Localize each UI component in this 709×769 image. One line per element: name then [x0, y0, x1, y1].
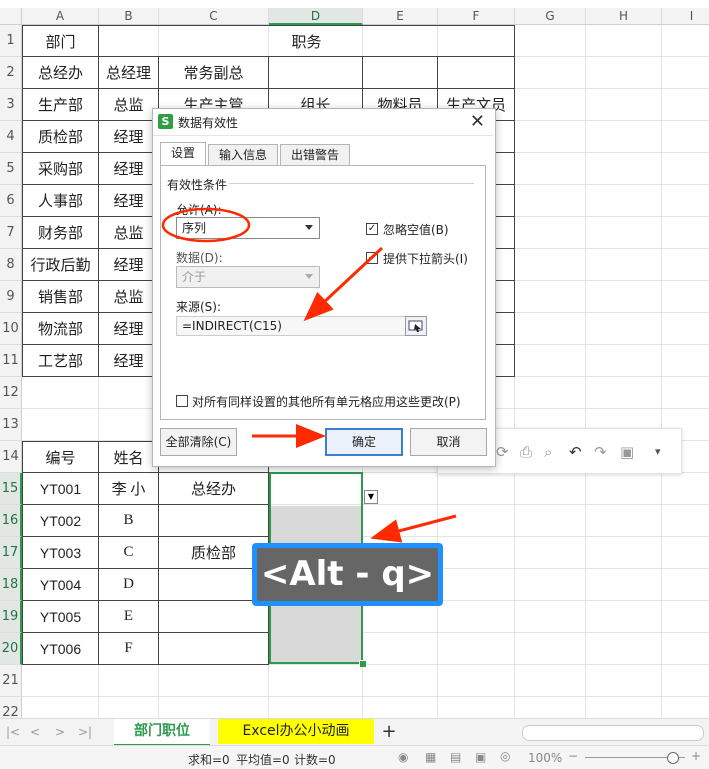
view-layout-icon[interactable]: ▦	[425, 750, 436, 764]
status-sum: 求和=0	[188, 753, 230, 767]
sheet-tab-department-position[interactable]: 部门职位	[114, 719, 210, 747]
status-count: 计数=0	[294, 753, 336, 767]
zoom-slider-thumb[interactable]	[667, 752, 679, 764]
status-bar: 求和=0 平均值=0 计数=0 ◉ ▦ ▤ ▣ ◎ 100% − +	[0, 745, 709, 769]
horizontal-scrollbar[interactable]	[522, 725, 704, 741]
view-reading-icon[interactable]: ▣	[475, 750, 486, 764]
keyboard-shortcut-overlay: <Alt - q>	[252, 543, 443, 606]
view-pagebreak-icon[interactable]: ▤	[450, 750, 461, 764]
zoom-out-icon[interactable]: −	[568, 749, 578, 763]
last-sheet-icon[interactable]: >|	[78, 725, 92, 739]
eye-protection-icon[interactable]: ◎	[500, 749, 510, 763]
view-normal-icon[interactable]: ◉	[398, 750, 408, 764]
annotation-arrows	[252, 246, 457, 543]
prev-sheet-icon[interactable]: <	[30, 725, 40, 739]
zoom-level[interactable]: 100%	[528, 751, 562, 765]
sheet-tab-bar: |< < > >| 部门职位 Excel办公小动画 +	[0, 718, 709, 747]
zoom-in-icon[interactable]: +	[691, 749, 701, 763]
first-sheet-icon[interactable]: |<	[6, 725, 20, 739]
next-sheet-icon[interactable]: >	[55, 725, 65, 739]
status-average: 平均值=0	[236, 753, 290, 767]
shortcut-text: <Alt - q>	[257, 548, 438, 601]
add-sheet-button[interactable]: +	[378, 719, 400, 744]
sheet-tab-excel-animation[interactable]: Excel办公小动画	[218, 719, 374, 744]
